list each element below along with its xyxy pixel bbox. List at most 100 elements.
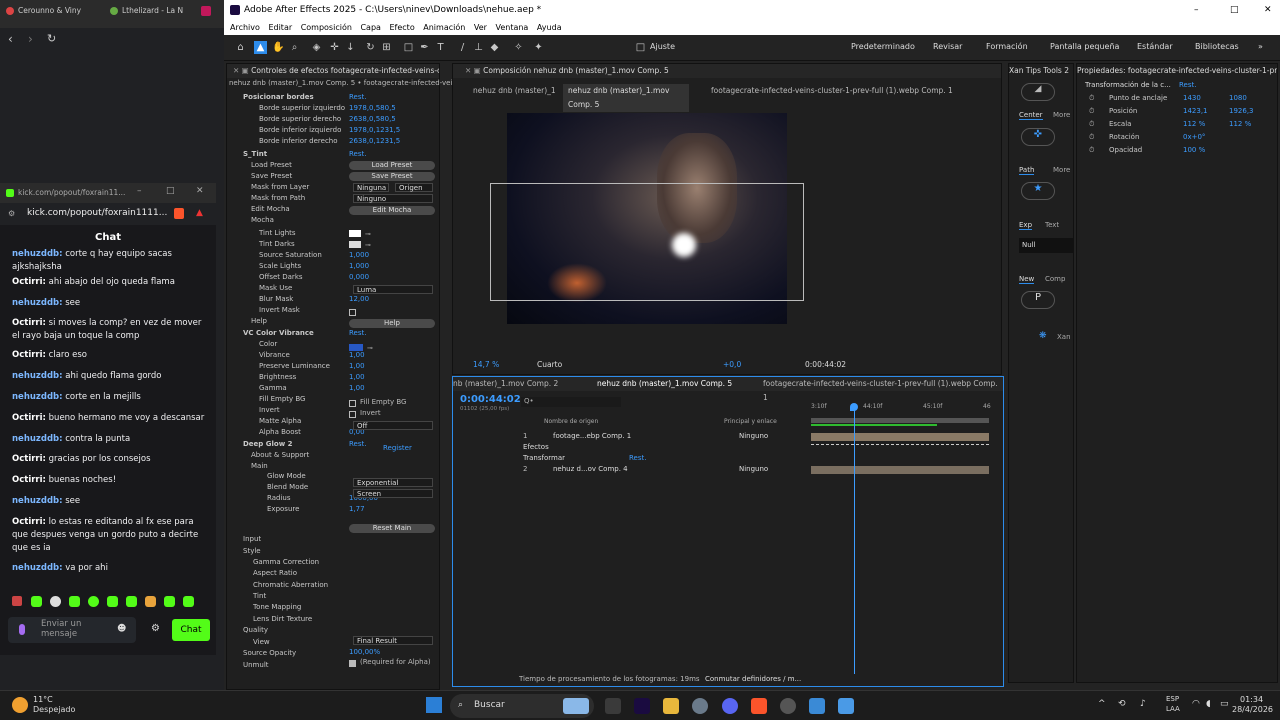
effect-value[interactable]: Rest. bbox=[349, 92, 366, 103]
effect-value[interactable]: 2638,0,1231,5 bbox=[349, 136, 400, 147]
snap-checkbox-icon[interactable]: □ bbox=[634, 41, 647, 54]
property-value[interactable]: 1926,3 bbox=[1229, 106, 1254, 117]
property-value[interactable]: 112 % bbox=[1229, 119, 1251, 130]
effect-row[interactable]: Borde inferior izquierdo 1978,0,1231,5 bbox=[231, 125, 437, 136]
emote-icon[interactable] bbox=[183, 596, 194, 607]
emote-icon[interactable] bbox=[145, 596, 156, 607]
anchor-tool-icon[interactable]: ⊞ bbox=[380, 41, 393, 54]
xan-exp-label[interactable]: Exp bbox=[1019, 221, 1033, 230]
workspace-formacion[interactable]: Formación bbox=[986, 42, 1028, 51]
effect-value[interactable]: 1,00 bbox=[349, 383, 365, 394]
composition-tab[interactable]: ✕ ▣ Composición nehuz dnb (master)_1.mov… bbox=[453, 64, 1001, 78]
col-parent[interactable]: Principal y enlace bbox=[724, 418, 777, 425]
effect-group[interactable]: Input bbox=[243, 534, 261, 545]
effect-row[interactable]: Borde superior derecho 2638,0,580,5 bbox=[231, 114, 437, 125]
effect-row[interactable]: Preserve Luminance 1,00 bbox=[231, 361, 437, 372]
layer-name[interactable]: nehuz d...ov Comp. 4 bbox=[553, 464, 628, 475]
edit-mocha-button[interactable]: Edit Mocha bbox=[349, 206, 435, 215]
emote-icon[interactable] bbox=[12, 596, 22, 606]
mask-path-dropdown[interactable]: Ninguno bbox=[353, 194, 433, 203]
back-icon[interactable]: ‹ bbox=[8, 32, 13, 46]
property-row[interactable]: ⏱ Rotación 0x+0° bbox=[1089, 132, 1269, 143]
alert-icon[interactable]: ▲ bbox=[196, 208, 203, 218]
mask-layer-dropdown[interactable]: Ninguna bbox=[353, 183, 389, 192]
help-button[interactable]: Help bbox=[349, 319, 435, 328]
stopwatch-icon[interactable]: ⏱ bbox=[1089, 106, 1094, 117]
chat-username[interactable]: Octirri: bbox=[12, 318, 46, 328]
property-value[interactable]: 100 % bbox=[1183, 145, 1205, 156]
fill-empty-bg-checkbox[interactable] bbox=[349, 400, 356, 407]
save-preset-button[interactable]: Save Preset bbox=[349, 172, 435, 181]
settings-icon[interactable]: ⚙ bbox=[151, 623, 160, 634]
chat-username[interactable]: nehuzddb: bbox=[12, 371, 63, 381]
xan-star-icon[interactable]: ★ bbox=[1021, 182, 1055, 200]
effect-group[interactable]: Tint bbox=[253, 591, 266, 602]
language-1[interactable]: ESP bbox=[1166, 695, 1179, 703]
windows-start-icon[interactable] bbox=[426, 697, 442, 713]
xan-move-icon[interactable]: ◢ bbox=[1021, 83, 1055, 101]
load-preset-button[interactable]: Load Preset bbox=[349, 161, 435, 170]
xan-comp-label[interactable]: Comp bbox=[1045, 275, 1065, 283]
effect-group[interactable]: Unmult bbox=[243, 660, 269, 671]
chat-username[interactable]: Octirri: bbox=[12, 350, 46, 360]
chat-send-button[interactable]: Chat bbox=[172, 619, 210, 641]
property-value[interactable]: 1430 bbox=[1183, 93, 1201, 104]
workspace-bibliotecas[interactable]: Bibliotecas bbox=[1195, 42, 1239, 51]
menu-archivo[interactable]: Archivo bbox=[230, 23, 260, 32]
brave-icon[interactable] bbox=[751, 698, 767, 714]
effect-row[interactable]: Mocha bbox=[231, 215, 437, 226]
effect-group[interactable]: Lens Dirt Texture bbox=[253, 614, 312, 625]
effect-value[interactable]: 1,77 bbox=[349, 504, 365, 515]
toggle-switches-label[interactable]: Conmutar definidores / m... bbox=[705, 675, 801, 683]
effect-row[interactable]: Vibrance 1,00 bbox=[231, 350, 437, 361]
effect-controls-tab[interactable]: ✕ ▣ Controles de efectos footagecrate-in… bbox=[227, 64, 439, 78]
timeline-tab-comp2[interactable]: nb (master)_1.mov Comp. 2 bbox=[453, 377, 558, 391]
emote-icon[interactable] bbox=[126, 596, 137, 607]
effect-value[interactable]: 1978,0,580,5 bbox=[349, 103, 396, 114]
timeline-search[interactable]: Q• bbox=[521, 397, 621, 407]
chat-input[interactable]: Enviar un mensaje ☻ bbox=[8, 617, 136, 643]
effect-value[interactable]: 0,000 bbox=[349, 272, 369, 283]
layer-name[interactable]: footage...ebp Comp. 1 bbox=[553, 431, 631, 442]
menu-animacion[interactable]: Animación bbox=[423, 23, 465, 32]
emote-icon[interactable] bbox=[164, 596, 175, 607]
timeline-layer-row[interactable]: 1 footage...ebp Comp. 1 Ninguno bbox=[453, 431, 809, 442]
xan-tools-tab[interactable]: Xan Tips Tools 2 bbox=[1009, 64, 1073, 78]
tint-darks-swatch[interactable] bbox=[349, 241, 361, 248]
file-explorer-icon[interactable] bbox=[663, 698, 679, 714]
clock-date[interactable]: 28/4/2026 bbox=[1232, 705, 1273, 714]
effect-group[interactable]: Aspect Ratio bbox=[253, 568, 297, 579]
effect-value[interactable]: 1,000 bbox=[349, 250, 369, 261]
xan-more2-label[interactable]: More bbox=[1053, 166, 1070, 174]
effect-group[interactable]: Quality bbox=[243, 625, 268, 636]
chat-username[interactable]: nehuzddb: bbox=[12, 298, 63, 308]
effect-value[interactable]: Rest. bbox=[349, 439, 366, 450]
rectangle-tool-icon[interactable]: □ bbox=[402, 41, 415, 54]
puppet-tool-icon[interactable]: ✦ bbox=[532, 41, 545, 54]
emote-icon[interactable] bbox=[69, 596, 80, 607]
taskbar-search[interactable]: ⌕ Buscar bbox=[450, 694, 594, 718]
close-icon[interactable]: ✕ bbox=[196, 186, 204, 196]
chat-username[interactable]: nehuzddb: bbox=[12, 249, 63, 259]
selection-tool-icon[interactable]: ▲ bbox=[254, 41, 267, 54]
dolly-tool-icon[interactable]: ↓ bbox=[344, 41, 357, 54]
battery-icon[interactable]: ▭ bbox=[1220, 699, 1229, 709]
effect-value[interactable]: 1,00 bbox=[349, 372, 365, 383]
wifi-icon[interactable]: ◠ bbox=[1192, 699, 1200, 709]
timeline-layer-row[interactable]: Efectos bbox=[453, 442, 809, 453]
discord-icon[interactable] bbox=[722, 698, 738, 714]
effect-row[interactable]: Color bbox=[231, 339, 437, 350]
property-row[interactable]: ⏱ Posición 1423,1 1926,3 bbox=[1089, 106, 1269, 117]
tray-app-icon[interactable]: ⟲ bbox=[1118, 699, 1126, 709]
clock-time[interactable]: 01:34 bbox=[1240, 695, 1263, 704]
xan-text-label[interactable]: Text bbox=[1045, 221, 1059, 229]
after-effects-taskbar-icon[interactable] bbox=[634, 698, 650, 714]
vibrance-color-swatch[interactable] bbox=[349, 344, 363, 351]
zoom-level[interactable]: 14,7 % bbox=[473, 358, 499, 372]
app2-icon[interactable] bbox=[809, 698, 825, 714]
transform-section[interactable]: Transformación de la c... bbox=[1085, 81, 1171, 89]
effect-row[interactable]: VC Color Vibrance Rest. bbox=[231, 328, 437, 339]
chat-username[interactable]: Octirri: bbox=[12, 413, 46, 423]
language-2[interactable]: LAA bbox=[1166, 705, 1180, 713]
xan-precomp-icon[interactable]: P bbox=[1021, 291, 1055, 309]
